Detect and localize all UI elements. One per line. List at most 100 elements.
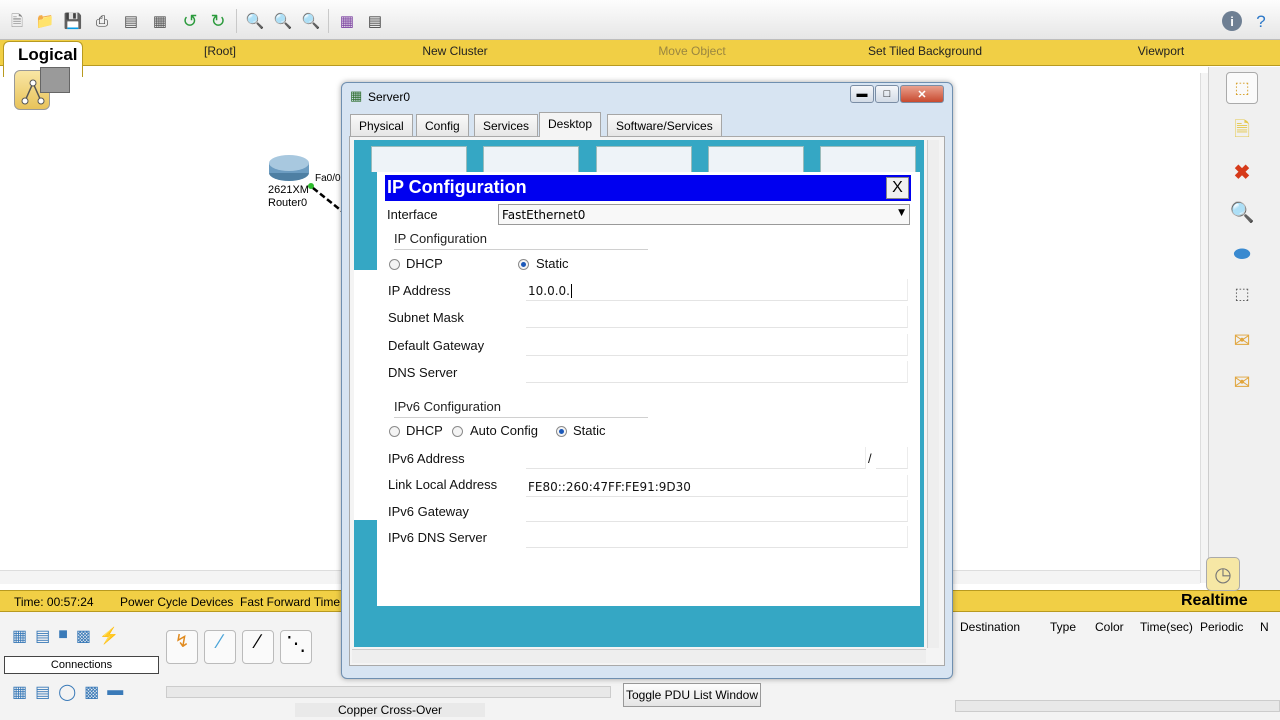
ipv6-gateway-input[interactable]	[526, 500, 908, 522]
zoom-in-icon[interactable]: 🔍	[244, 10, 266, 32]
ipv6-dhcp-radio[interactable]	[389, 426, 400, 437]
dhcp-radio[interactable]	[389, 259, 400, 270]
cable-link	[308, 183, 344, 213]
ipv6-section-divider	[394, 417, 648, 418]
desktop-app-icon-3[interactable]	[596, 146, 692, 172]
add-simple-pdu-icon[interactable]: ✉	[1226, 324, 1258, 356]
resize-shape-icon[interactable]: ⬚	[1226, 278, 1258, 310]
save-icon[interactable]: 💾	[62, 10, 84, 32]
open-icon[interactable]: 📁	[34, 10, 56, 32]
activity-wizard-icon[interactable]: ▤	[120, 10, 142, 32]
router-icon[interactable]	[268, 153, 310, 181]
interface-value: FastEthernet0	[502, 208, 586, 222]
draw-shape-icon[interactable]: ⬬	[1226, 238, 1258, 270]
tab-physical[interactable]: Physical	[350, 114, 413, 136]
tab-services[interactable]: Services	[474, 114, 539, 136]
note-icon[interactable]: 🗎	[1226, 116, 1258, 148]
pdu-scrollbar[interactable]	[955, 700, 1280, 712]
ipv6-address-input[interactable]	[526, 447, 866, 469]
copper-straight-icon[interactable]: ∕	[242, 630, 274, 664]
zoom-reset-icon[interactable]: 🔍	[272, 10, 294, 32]
select-icon[interactable]: ⬚	[1226, 72, 1258, 104]
desktop-horizontal-scrollbar[interactable]	[352, 649, 926, 663]
power-cycle-button[interactable]: Power Cycle Devices	[120, 595, 233, 609]
ipv6-dns-input[interactable]	[526, 526, 908, 548]
ipv6-prefix-input[interactable]	[876, 447, 908, 469]
inspect-icon[interactable]: 🔍	[1226, 196, 1258, 228]
text-cursor	[570, 284, 572, 298]
info-icon[interactable]: i	[1222, 11, 1242, 31]
delete-icon[interactable]: ✖	[1226, 156, 1258, 188]
set-tiled-background-button[interactable]: Set Tiled Background	[850, 44, 1000, 58]
default-gateway-label: Default Gateway	[388, 338, 485, 353]
ip-address-input[interactable]: 10.0.0.	[526, 279, 908, 301]
ipv6-gateway-label: IPv6 Gateway	[388, 504, 469, 519]
router-model-label: 2621XM	[268, 184, 309, 196]
zoom-out-icon[interactable]: 🔍	[300, 10, 322, 32]
device-subcategory-icons[interactable]: ▦ ▤ ◯ ▩ ▬	[12, 682, 152, 704]
cable-type-label: Copper Cross-Over	[295, 703, 485, 717]
new-cluster-button[interactable]: New Cluster	[395, 44, 515, 58]
palette-icon[interactable]: ▦	[336, 10, 358, 32]
desktop-vertical-scrollbar[interactable]	[927, 140, 939, 648]
maximize-icon[interactable]: □	[875, 85, 899, 103]
print-icon[interactable]: ⎙	[91, 10, 113, 32]
server-icon: ▦	[350, 88, 363, 103]
pdu-col-type: Type	[1050, 620, 1077, 634]
desktop-app-icon-4[interactable]	[708, 146, 804, 172]
new-icon[interactable]: 🗎	[6, 10, 28, 32]
ip-config-header: IP Configuration	[385, 175, 911, 201]
ipv6-dns-label: IPv6 DNS Server	[388, 530, 487, 545]
window-title: Server0	[368, 90, 411, 104]
realtime-tab[interactable]: Realtime	[1181, 592, 1248, 610]
redo-icon[interactable]: ↻	[207, 10, 229, 32]
add-complex-pdu-icon[interactable]: ✉	[1226, 366, 1258, 398]
minimize-icon[interactable]: ▬	[850, 85, 874, 103]
close-icon[interactable]: ✕	[900, 85, 944, 103]
tab-config[interactable]: Config	[416, 114, 469, 136]
logical-toolbar: [Root] New Cluster Move Object Set Tiled…	[0, 40, 1280, 66]
straight-cable-icon[interactable]: ∕	[204, 630, 236, 664]
interface-select[interactable]: FastEthernet0 ▼	[498, 204, 910, 225]
device-thumbnail	[40, 67, 70, 93]
tab-desktop[interactable]: Desktop	[539, 112, 602, 137]
toggle-pdu-list-button[interactable]: Toggle PDU List Window	[623, 683, 761, 707]
dhcp-label: DHCP	[406, 256, 443, 271]
ipv6-auto-config-label: Auto Config	[470, 423, 538, 438]
cable-type-icons: ↯ ∕ ∕ ⋱	[166, 630, 341, 666]
undo-icon[interactable]: ↺	[179, 10, 201, 32]
status-bar: Time: 00:57:24 Power Cycle Devices Fast …	[0, 590, 345, 612]
custom-device-icon[interactable]: ▤	[364, 10, 386, 32]
console-cable-icon[interactable]: ↯	[166, 630, 198, 664]
device-category-icons[interactable]: ▦ ▤ ■ ▩ ⚡	[12, 626, 152, 648]
root-button[interactable]: [Root]	[160, 44, 280, 58]
dns-server-input[interactable]	[526, 361, 908, 383]
ipv4-section-divider	[394, 249, 648, 250]
link-local-value: FE80::260:47FF:FE91:9D30	[526, 475, 908, 497]
ipv6-address-label: IPv6 Address	[388, 451, 465, 466]
move-object-button[interactable]: Move Object	[632, 44, 752, 58]
realtime-bar: Realtime	[953, 590, 1280, 612]
main-toolbar: 🗎 📁 💾 ⎙ ▤ ▦ ↺ ↻ 🔍 🔍 🔍 ▦ ▤ i ?	[0, 0, 1280, 40]
clock-icon[interactable]: ◷	[1206, 557, 1240, 591]
help-icon[interactable]: ?	[1250, 10, 1272, 32]
network-info-icon[interactable]: ▦	[149, 10, 171, 32]
static-radio[interactable]	[518, 259, 529, 270]
desktop-app-icon-2[interactable]	[483, 146, 579, 172]
tab-software-services[interactable]: Software/Services	[607, 114, 722, 136]
static-label: Static	[536, 256, 569, 271]
pdu-col-time: Time(sec)	[1140, 620, 1193, 634]
subnet-mask-input[interactable]	[526, 306, 908, 328]
copper-cross-over-icon[interactable]: ⋱	[280, 630, 312, 664]
default-gateway-input[interactable]	[526, 334, 908, 356]
ipv6-static-radio[interactable]	[556, 426, 567, 437]
connections-scrollbar[interactable]	[166, 686, 611, 698]
ipv6-auto-config-radio[interactable]	[452, 426, 463, 437]
time-display: Time: 00:57:24	[14, 595, 94, 609]
fast-forward-button[interactable]: Fast Forward Time	[240, 595, 340, 609]
viewport-button[interactable]: Viewport	[1101, 44, 1221, 58]
desktop-app-icon-5[interactable]	[820, 146, 916, 172]
pdu-col-periodic: Periodic	[1200, 620, 1244, 634]
ip-config-close-button[interactable]: X	[886, 177, 909, 199]
desktop-app-icon-1[interactable]	[371, 146, 467, 172]
